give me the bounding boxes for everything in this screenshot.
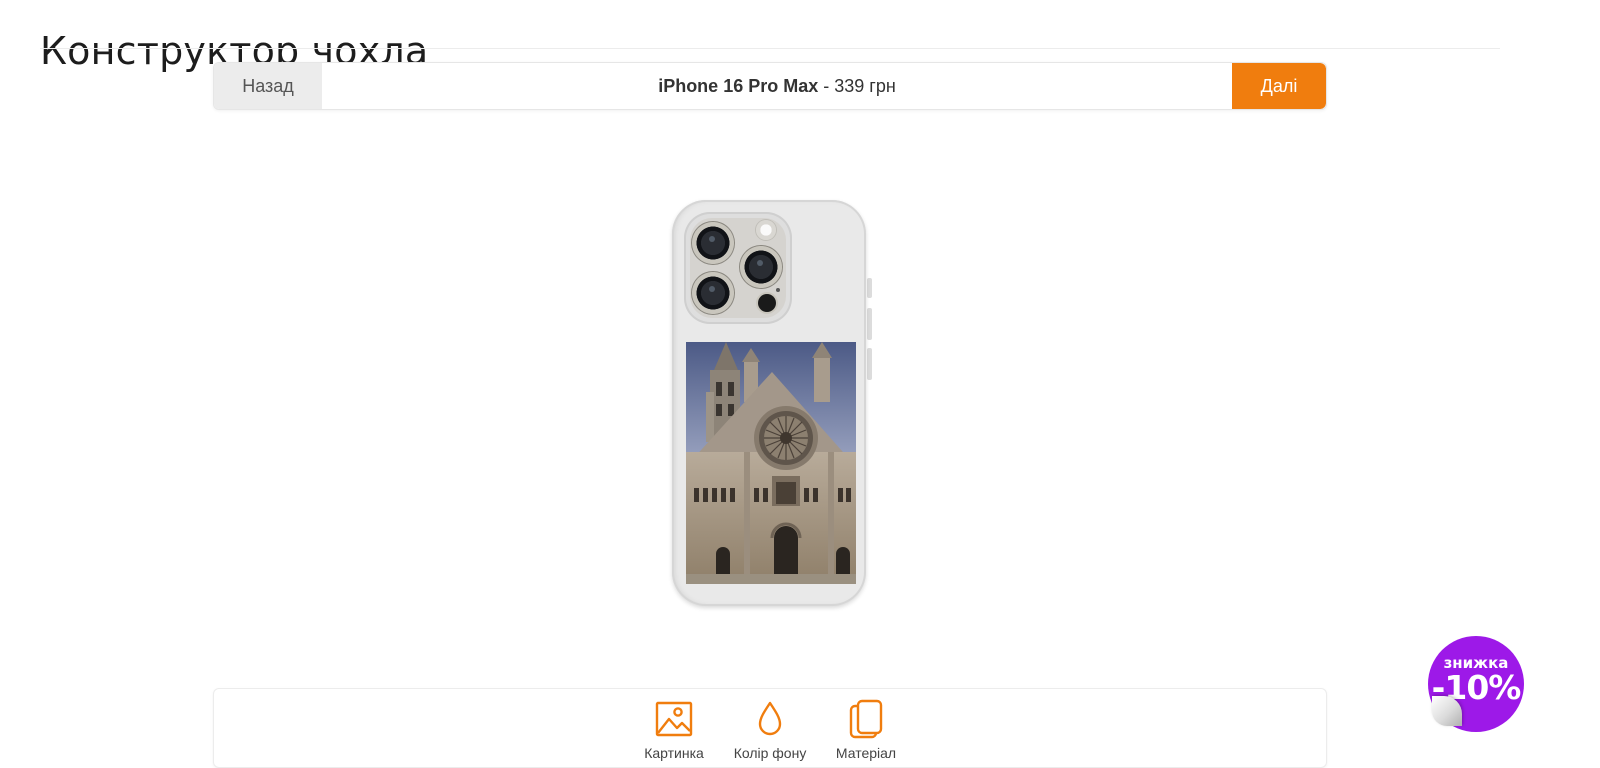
back-button[interactable]: Назад [214, 63, 322, 109]
tool-material[interactable]: Матеріал [824, 689, 908, 761]
camera-lens [740, 246, 782, 288]
cathedral-image [686, 342, 856, 584]
tool-background-color-label: Колір фону [733, 745, 807, 761]
tool-image-label: Картинка [644, 745, 704, 761]
case-body [672, 200, 866, 606]
next-button[interactable]: Далі [1232, 63, 1326, 109]
case-side-button [867, 348, 872, 380]
constructor-navbar: Назад iPhone 16 Pro Max - 339 грн Далі [213, 62, 1327, 110]
title-divider [40, 48, 1500, 49]
tool-background-color[interactable]: Колір фону [728, 689, 812, 761]
camera-flash [756, 220, 776, 240]
editor-toolbar: Картинка Колір фону Матеріал [213, 688, 1327, 768]
tool-material-label: Матеріал [835, 745, 897, 761]
discount-badge[interactable]: знижка -10% [1428, 636, 1524, 732]
microphone [776, 288, 780, 292]
product-info: iPhone 16 Pro Max - 339 грн [322, 63, 1232, 109]
camera-plate [690, 218, 786, 318]
case-print-image[interactable] [686, 342, 856, 584]
product-price: 339 грн [834, 75, 896, 96]
drop-icon [758, 701, 782, 736]
price-separator: - [823, 75, 830, 96]
tool-image[interactable]: Картинка [632, 689, 716, 761]
image-icon [655, 701, 693, 737]
product-model: iPhone 16 Pro Max [658, 75, 819, 96]
phone-case-preview [672, 200, 872, 608]
case-side-button [867, 308, 872, 340]
camera-lens [692, 272, 734, 314]
lidar-sensor [758, 294, 776, 312]
case-side-button [867, 278, 872, 298]
camera-lens [692, 222, 734, 264]
camera-module [684, 212, 792, 324]
material-icon [849, 699, 883, 739]
